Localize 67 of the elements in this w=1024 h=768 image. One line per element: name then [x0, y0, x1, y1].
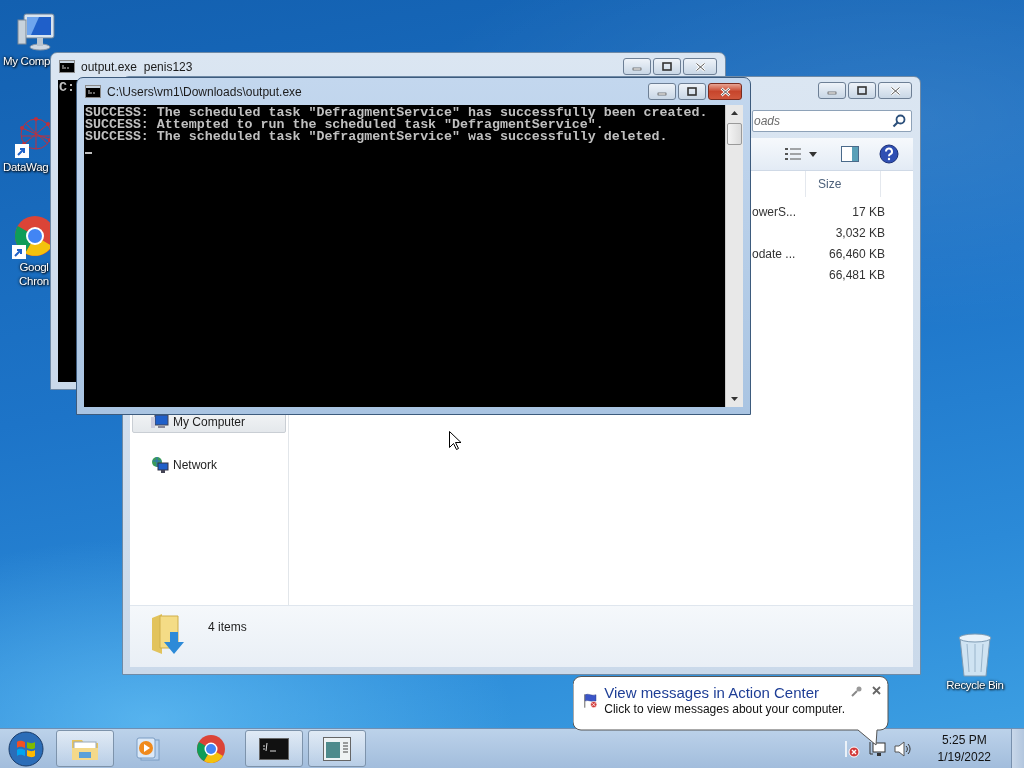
folder-download-icon: [150, 612, 186, 656]
notification-text: Click to view messages about your computer.: [604, 702, 845, 716]
chrome-icon: [196, 733, 226, 764]
network-icon[interactable]: [867, 740, 886, 757]
caret-icon: [809, 151, 817, 157]
console-icon: [59, 60, 75, 73]
console-line: SUCCESS: The scheduled task "DefragmentService" was successfully deleted.: [85, 131, 668, 143]
close-icon: [694, 61, 706, 72]
icon-label: Googl: [19, 260, 49, 274]
console-line: SUCCESS: Attempted to run the scheduled task "DefragmentService".: [85, 119, 604, 131]
search-field[interactable]: oads: [752, 110, 912, 132]
maximize-button[interactable]: [653, 58, 681, 75]
help-icon[interactable]: [879, 144, 899, 164]
console-line: SUCCESS: The scheduled task "DefragmentService" has successfully been created.: [85, 107, 708, 119]
file-size: 17 KB: [851, 204, 886, 219]
list-view-icon: [785, 147, 801, 161]
scrollbar[interactable]: [725, 105, 743, 407]
close-icon: [719, 86, 731, 97]
column-header[interactable]: Size: [805, 171, 881, 197]
icon-label: My Comp: [2, 54, 51, 68]
item-count: 4 items: [208, 620, 247, 634]
computer-icon: [151, 414, 169, 430]
notification-tooltip[interactable]: View messages in Action Center Click to view messages about your computer.: [573, 676, 889, 746]
icon-label: DataWag: [2, 160, 49, 174]
file-name: odate ...: [752, 246, 796, 261]
close-button[interactable]: [708, 83, 742, 100]
close-button[interactable]: [878, 82, 912, 99]
view-options-button[interactable]: [785, 147, 817, 161]
clock[interactable]: 5:25 PM 1/19/2022: [935, 731, 993, 766]
minimize-button[interactable]: [648, 83, 676, 100]
computer-icon: [14, 10, 58, 54]
maximize-button[interactable]: [678, 83, 706, 100]
file-size: 3,032 KB: [834, 225, 886, 240]
scroll-down-icon: [731, 397, 738, 401]
close-icon: [889, 85, 901, 96]
maximize-button[interactable]: [848, 82, 876, 99]
icon-label: Recycle Bin: [946, 678, 1004, 692]
file-size: 66,481 KB: [827, 267, 886, 282]
window-title: output.exe penis123: [81, 59, 193, 74]
play-icon: [135, 735, 161, 762]
preview-pane-icon[interactable]: [841, 146, 859, 162]
maximize-icon: [687, 87, 697, 96]
scroll-up-icon: [731, 111, 738, 115]
flag-icon[interactable]: [843, 739, 860, 758]
scroll-thumb[interactable]: [727, 123, 742, 145]
close-icon[interactable]: [872, 686, 881, 695]
window-title: C:\Users\vm1\Downloads\output.exe: [107, 84, 302, 99]
file-size: 66,460 KB: [827, 246, 886, 261]
taskbar-button[interactable]: [245, 730, 303, 767]
maximize-icon: [857, 86, 867, 95]
wrench-icon[interactable]: [851, 686, 862, 697]
minimize-button[interactable]: [623, 58, 651, 75]
network-icon: [151, 456, 169, 474]
console-icon: [259, 737, 289, 760]
icon-label: Chron: [19, 274, 49, 288]
console-icon: [85, 85, 101, 98]
search-icon: [892, 114, 906, 128]
minimize-button[interactable]: [818, 82, 846, 99]
speaker-icon[interactable]: [893, 740, 912, 757]
app-window-icon: [323, 736, 351, 761]
maximize-icon: [662, 62, 672, 71]
console-line: C:: [59, 82, 75, 94]
nav-item[interactable]: Network: [132, 453, 286, 477]
close-button[interactable]: [683, 58, 717, 75]
file-name: owerS...: [752, 204, 796, 219]
pointer-icon: [449, 431, 461, 450]
notification-title[interactable]: View messages in Action Center: [604, 684, 845, 701]
